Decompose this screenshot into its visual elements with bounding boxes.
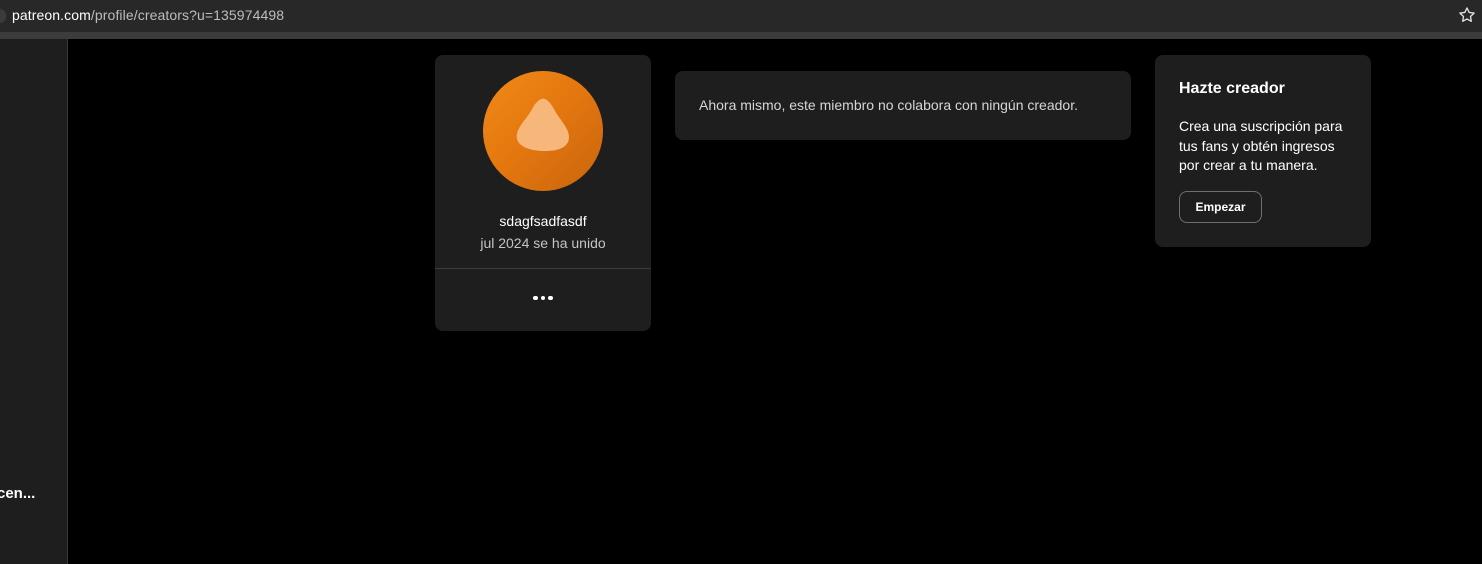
- become-creator-description: Crea una suscripción para tus fans y obt…: [1179, 118, 1343, 173]
- more-options-button[interactable]: [523, 285, 563, 311]
- username: sdagfsadfasdf: [499, 213, 587, 229]
- creators-empty-card: Ahora mismo, este miembro no colabora co…: [675, 71, 1131, 140]
- url-path: /profile/creators?u=135974498: [90, 7, 285, 23]
- profile-card: sdagfsadfasdf jul 2024 se ha unido: [435, 55, 651, 331]
- divider: [435, 268, 651, 269]
- star-icon[interactable]: [1457, 5, 1477, 25]
- start-button[interactable]: Empezar: [1179, 191, 1262, 223]
- more-options-icon: [548, 295, 553, 301]
- become-creator-card: Hazte creador Crea una suscripción para …: [1155, 55, 1371, 247]
- default-avatar-icon: [516, 98, 569, 151]
- sidebar: cen...: [0, 39, 68, 564]
- avatar: [483, 71, 603, 191]
- sidebar-item-label[interactable]: cen...: [0, 485, 35, 502]
- become-creator-title: Hazte creador: [1179, 80, 1285, 97]
- site-info-icon[interactable]: [0, 9, 6, 23]
- toolbar-divider: [0, 32, 1482, 39]
- url-host: patreon.com: [12, 7, 91, 23]
- url-text[interactable]: patreon.com/profile/creators?u=135974498: [12, 7, 284, 23]
- more-options-icon: [540, 295, 546, 301]
- empty-state-message: Ahora mismo, este miembro no colabora co…: [699, 97, 1078, 113]
- join-date: jul 2024 se ha unido: [480, 235, 606, 251]
- address-bar[interactable]: patreon.com/profile/creators?u=135974498: [0, 0, 1482, 32]
- more-options-icon: [533, 295, 538, 301]
